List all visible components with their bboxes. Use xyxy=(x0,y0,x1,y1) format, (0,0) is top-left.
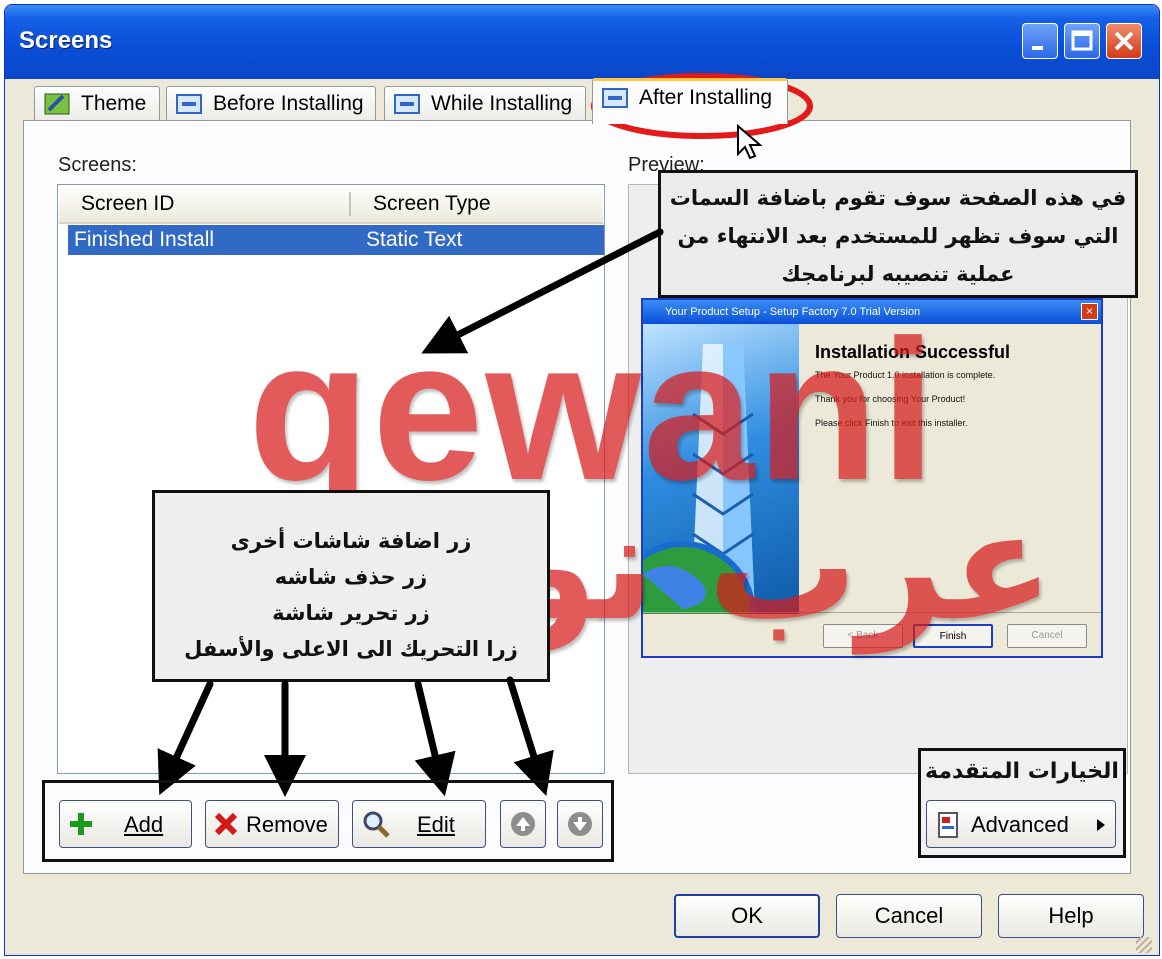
annotation-line: عملية تنصيبه لبرنامجك xyxy=(781,262,1015,286)
remove-button[interactable]: Remove xyxy=(205,800,339,848)
annotation-line: زر حذف شاشه xyxy=(274,565,428,589)
tab-label: After Installing xyxy=(639,86,773,109)
screen-icon xyxy=(602,88,628,108)
tab-label: Theme xyxy=(81,92,147,115)
tab-label: While Installing xyxy=(431,92,573,115)
add-button[interactable]: Add xyxy=(59,800,192,848)
move-up-button[interactable] xyxy=(500,800,546,848)
annotation-line: التي سوف تظهر للمستخدم بعد الانتهاء من xyxy=(677,224,1119,248)
row-screen-id: Finished Install xyxy=(74,228,215,251)
tab-while-installing[interactable]: While Installing xyxy=(384,86,586,122)
remove-button-label: Remove xyxy=(246,812,328,837)
annotation-buttons-note: زر اضافة شاشات أخرى زر حذف شاشه زر تحرير… xyxy=(152,490,550,682)
arrow-down-icon xyxy=(568,812,592,836)
cursor-icon xyxy=(737,124,763,160)
ok-button[interactable]: OK xyxy=(674,894,820,938)
edit-button[interactable]: Edit xyxy=(352,800,486,848)
list-header: Screen ID Screen Type xyxy=(59,186,603,224)
document-icon xyxy=(938,812,958,838)
plus-icon xyxy=(70,813,92,835)
advanced-button[interactable]: Advanced xyxy=(926,800,1116,848)
tab-theme[interactable]: Theme xyxy=(34,86,160,122)
move-down-button[interactable] xyxy=(557,800,603,848)
advanced-button-label: Advanced xyxy=(971,812,1069,837)
row-screen-type: Static Text xyxy=(366,228,463,251)
close-icon xyxy=(1114,31,1134,51)
edit-button-label: Edit xyxy=(417,812,455,837)
window-title: Screens xyxy=(19,27,113,54)
maximize-button[interactable] xyxy=(1064,23,1100,59)
annotation-line: الخيارات المتقدمة xyxy=(925,759,1119,784)
title-bar[interactable]: Screens xyxy=(5,5,1159,79)
cancel-button[interactable]: Cancel xyxy=(836,894,982,938)
annotation-line: زر اضافة شاشات أخرى xyxy=(230,529,472,553)
table-row[interactable]: Finished Install Static Text xyxy=(68,225,604,255)
screen-icon xyxy=(176,94,202,114)
maximize-icon xyxy=(1071,30,1093,51)
tab-after-installing[interactable]: After Installing xyxy=(592,78,788,124)
delete-icon xyxy=(214,812,238,836)
resize-grip-icon[interactable] xyxy=(1136,937,1152,953)
arrow-up-icon xyxy=(511,812,535,836)
theme-icon xyxy=(44,93,70,115)
screens-label: Screens: xyxy=(58,154,137,176)
minimize-icon xyxy=(1032,46,1043,50)
annotation-line: زر تحرير شاشة xyxy=(272,601,430,625)
column-header-screen-type[interactable]: Screen Type xyxy=(373,192,491,216)
help-button[interactable]: Help xyxy=(998,894,1144,938)
annotation-preview-note: في هذه الصفحة سوف تقوم باضافة السمات الت… xyxy=(658,170,1138,298)
close-button[interactable] xyxy=(1106,23,1142,59)
minimize-button[interactable] xyxy=(1022,23,1058,59)
screen-icon xyxy=(394,94,420,114)
preview-close-icon: × xyxy=(1081,303,1098,320)
add-button-label: Add xyxy=(124,812,164,837)
tab-label: Before Installing xyxy=(213,92,364,115)
magnifier-icon xyxy=(363,811,390,838)
column-header-screen-id[interactable]: Screen ID xyxy=(81,192,174,216)
annotation-line: زرا التحريك الى الاعلى والأسفل xyxy=(184,637,518,661)
tab-before-installing[interactable]: Before Installing xyxy=(166,86,376,122)
annotation-line: في هذه الصفحة سوف تقوم باضافة السمات xyxy=(669,186,1127,210)
column-divider[interactable] xyxy=(349,192,351,216)
chevron-right-icon xyxy=(1097,819,1105,831)
